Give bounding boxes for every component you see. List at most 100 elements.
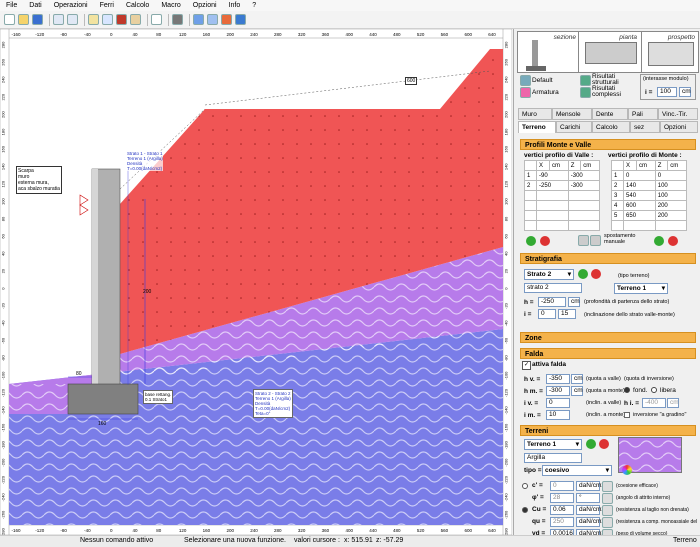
remove-strato-button[interactable]	[591, 269, 601, 279]
add-terreno-button[interactable]	[586, 439, 596, 449]
falda-hi-input[interactable]: -400	[642, 398, 666, 408]
tab-pali[interactable]: Pali	[628, 108, 658, 120]
add-strato-button[interactable]	[578, 269, 588, 279]
attiva-falda-checkbox[interactable]: ✓	[522, 361, 531, 370]
param-radio[interactable]	[522, 507, 528, 513]
param-unit[interactable]: °	[576, 493, 600, 503]
edit-param-icon[interactable]	[602, 493, 613, 504]
tab-opzioni[interactable]: Opzioni	[660, 121, 698, 133]
strato-i-input-2[interactable]: 15	[558, 309, 576, 319]
param-value[interactable]: 0	[550, 481, 574, 491]
terreni-select[interactable]: Terreno 1	[524, 439, 582, 450]
edit-icon[interactable]	[88, 14, 99, 25]
falda-hv-unit[interactable]: cm	[571, 374, 583, 384]
wall-footing[interactable]	[67, 383, 139, 415]
falda-iv-input[interactable]: 0	[546, 398, 570, 408]
section-profili[interactable]: Profili Monte e Valle	[520, 139, 696, 150]
menu-info[interactable]: Info	[223, 2, 247, 9]
results-complex-label[interactable]: Risultati complessi	[592, 85, 621, 98]
default-view-icon[interactable]	[520, 75, 531, 86]
falda-im-input[interactable]: 10	[546, 410, 570, 420]
interasse-input[interactable]: 100	[657, 87, 677, 97]
edit-param-icon[interactable]	[602, 505, 613, 516]
menu-operazioni[interactable]: Operazioni	[48, 2, 94, 9]
open-folder-icon[interactable]	[18, 14, 29, 25]
tab-terreno[interactable]: Terreno	[518, 121, 556, 133]
tab-calcolo[interactable]: Calcolo	[592, 121, 630, 133]
edit-param-icon[interactable]	[602, 481, 613, 492]
interasse-unit[interactable]: cm	[679, 87, 691, 97]
falda-hm-input[interactable]: -300	[546, 386, 570, 396]
section-zone[interactable]: Zone	[520, 332, 696, 343]
tab-vinc-tir[interactable]: Vinc.-Tir.	[658, 108, 698, 120]
param-unit[interactable]: daN/cm2	[576, 517, 605, 527]
param-value[interactable]: 0.06	[550, 505, 574, 515]
rebar-icon[interactable]	[116, 14, 127, 25]
move-icon[interactable]	[590, 235, 601, 246]
view-icon[interactable]	[193, 14, 204, 25]
wall-icon[interactable]	[102, 14, 113, 25]
tab-dente[interactable]: Dente	[592, 108, 628, 120]
section-stratigrafia[interactable]: Stratigrafia	[520, 253, 696, 264]
chart-icon[interactable]	[130, 14, 141, 25]
strato-h-input[interactable]: -250	[538, 297, 566, 307]
remove-terreno-button[interactable]	[599, 439, 609, 449]
tab-sez[interactable]: sez	[630, 121, 660, 133]
settings-icon[interactable]	[172, 14, 183, 25]
new-file-icon[interactable]	[4, 14, 15, 25]
box-3d-icon[interactable]	[235, 14, 246, 25]
tab-muro[interactable]: Muro	[518, 108, 552, 120]
armatura-label[interactable]: Armatura	[532, 89, 559, 96]
menu-dati[interactable]: Dati	[23, 2, 47, 9]
monte-table[interactable]: Xcm Zcm 100 2 140 100 3 540 100 4 600 200 5 650 2…	[610, 160, 688, 231]
terreno-name-input[interactable]: Argilla	[524, 453, 582, 463]
remove-monte-button[interactable]	[668, 236, 678, 246]
menu-ferri[interactable]: Ferri	[94, 2, 120, 9]
menu-macro[interactable]: Macro	[155, 2, 186, 9]
preview-sezione[interactable]: sezione	[517, 31, 579, 73]
menu-file[interactable]: File	[0, 2, 23, 9]
armatura-icon[interactable]	[520, 87, 531, 98]
drawing-canvas[interactable]: -160 -120 -80 -40 0 40 80 120 160 200 240 280 320 360…	[0, 28, 513, 536]
add-monte-button[interactable]	[654, 236, 664, 246]
results-structural-icon[interactable]	[580, 75, 591, 86]
param-radio[interactable]	[522, 483, 528, 489]
undo-icon[interactable]	[53, 14, 64, 25]
valle-table[interactable]: Xcm Zcm 1 -90 -300 2 -250 -300	[523, 160, 601, 231]
section-falda[interactable]: Falda	[520, 348, 696, 359]
link-icon[interactable]	[578, 235, 589, 246]
terreno-select[interactable]: Terreno 1	[614, 283, 668, 294]
color-icon[interactable]	[221, 14, 232, 25]
tab-carichi[interactable]: Carichi	[556, 121, 592, 133]
preview-pianta[interactable]: pianta	[578, 31, 642, 73]
param-value[interactable]: 28	[550, 493, 574, 503]
falda-hi-unit[interactable]: cm	[667, 398, 679, 408]
falda-hm-unit[interactable]: cm	[571, 386, 583, 396]
redo-icon[interactable]	[67, 14, 78, 25]
color-picker-icon[interactable]	[622, 465, 632, 475]
edit-param-icon[interactable]	[602, 517, 613, 528]
menu-opzioni[interactable]: Opzioni	[187, 2, 223, 9]
default-label[interactable]: Default	[532, 77, 553, 84]
tab-mensole[interactable]: Mensole	[552, 108, 592, 120]
section-icon[interactable]	[151, 14, 162, 25]
add-valle-button[interactable]	[526, 236, 536, 246]
falda-hv-input[interactable]: -350	[546, 374, 570, 384]
libera-radio[interactable]	[651, 387, 657, 393]
menu-help[interactable]: ?	[246, 2, 262, 9]
report-icon[interactable]	[207, 14, 218, 25]
strato-name-input[interactable]: strato 2	[524, 283, 582, 293]
strato-h-unit[interactable]: cm	[568, 297, 580, 307]
terreno-tipo-select[interactable]: coesivo	[542, 465, 612, 476]
param-unit[interactable]: daN/cm2	[576, 505, 605, 515]
remove-valle-button[interactable]	[540, 236, 550, 246]
strato-select[interactable]: Strato 2	[524, 269, 574, 280]
save-icon[interactable]	[32, 14, 43, 25]
param-value[interactable]: 250	[550, 517, 574, 527]
menu-calcolo[interactable]: Calcolo	[120, 2, 155, 9]
results-complex-icon[interactable]	[580, 87, 591, 98]
preview-prospetto[interactable]: prospetto	[641, 31, 699, 73]
inversione-gradino-checkbox[interactable]	[624, 412, 630, 418]
param-unit[interactable]: daN/cm2	[576, 481, 605, 491]
section-terreni[interactable]: Terreni	[520, 425, 696, 436]
